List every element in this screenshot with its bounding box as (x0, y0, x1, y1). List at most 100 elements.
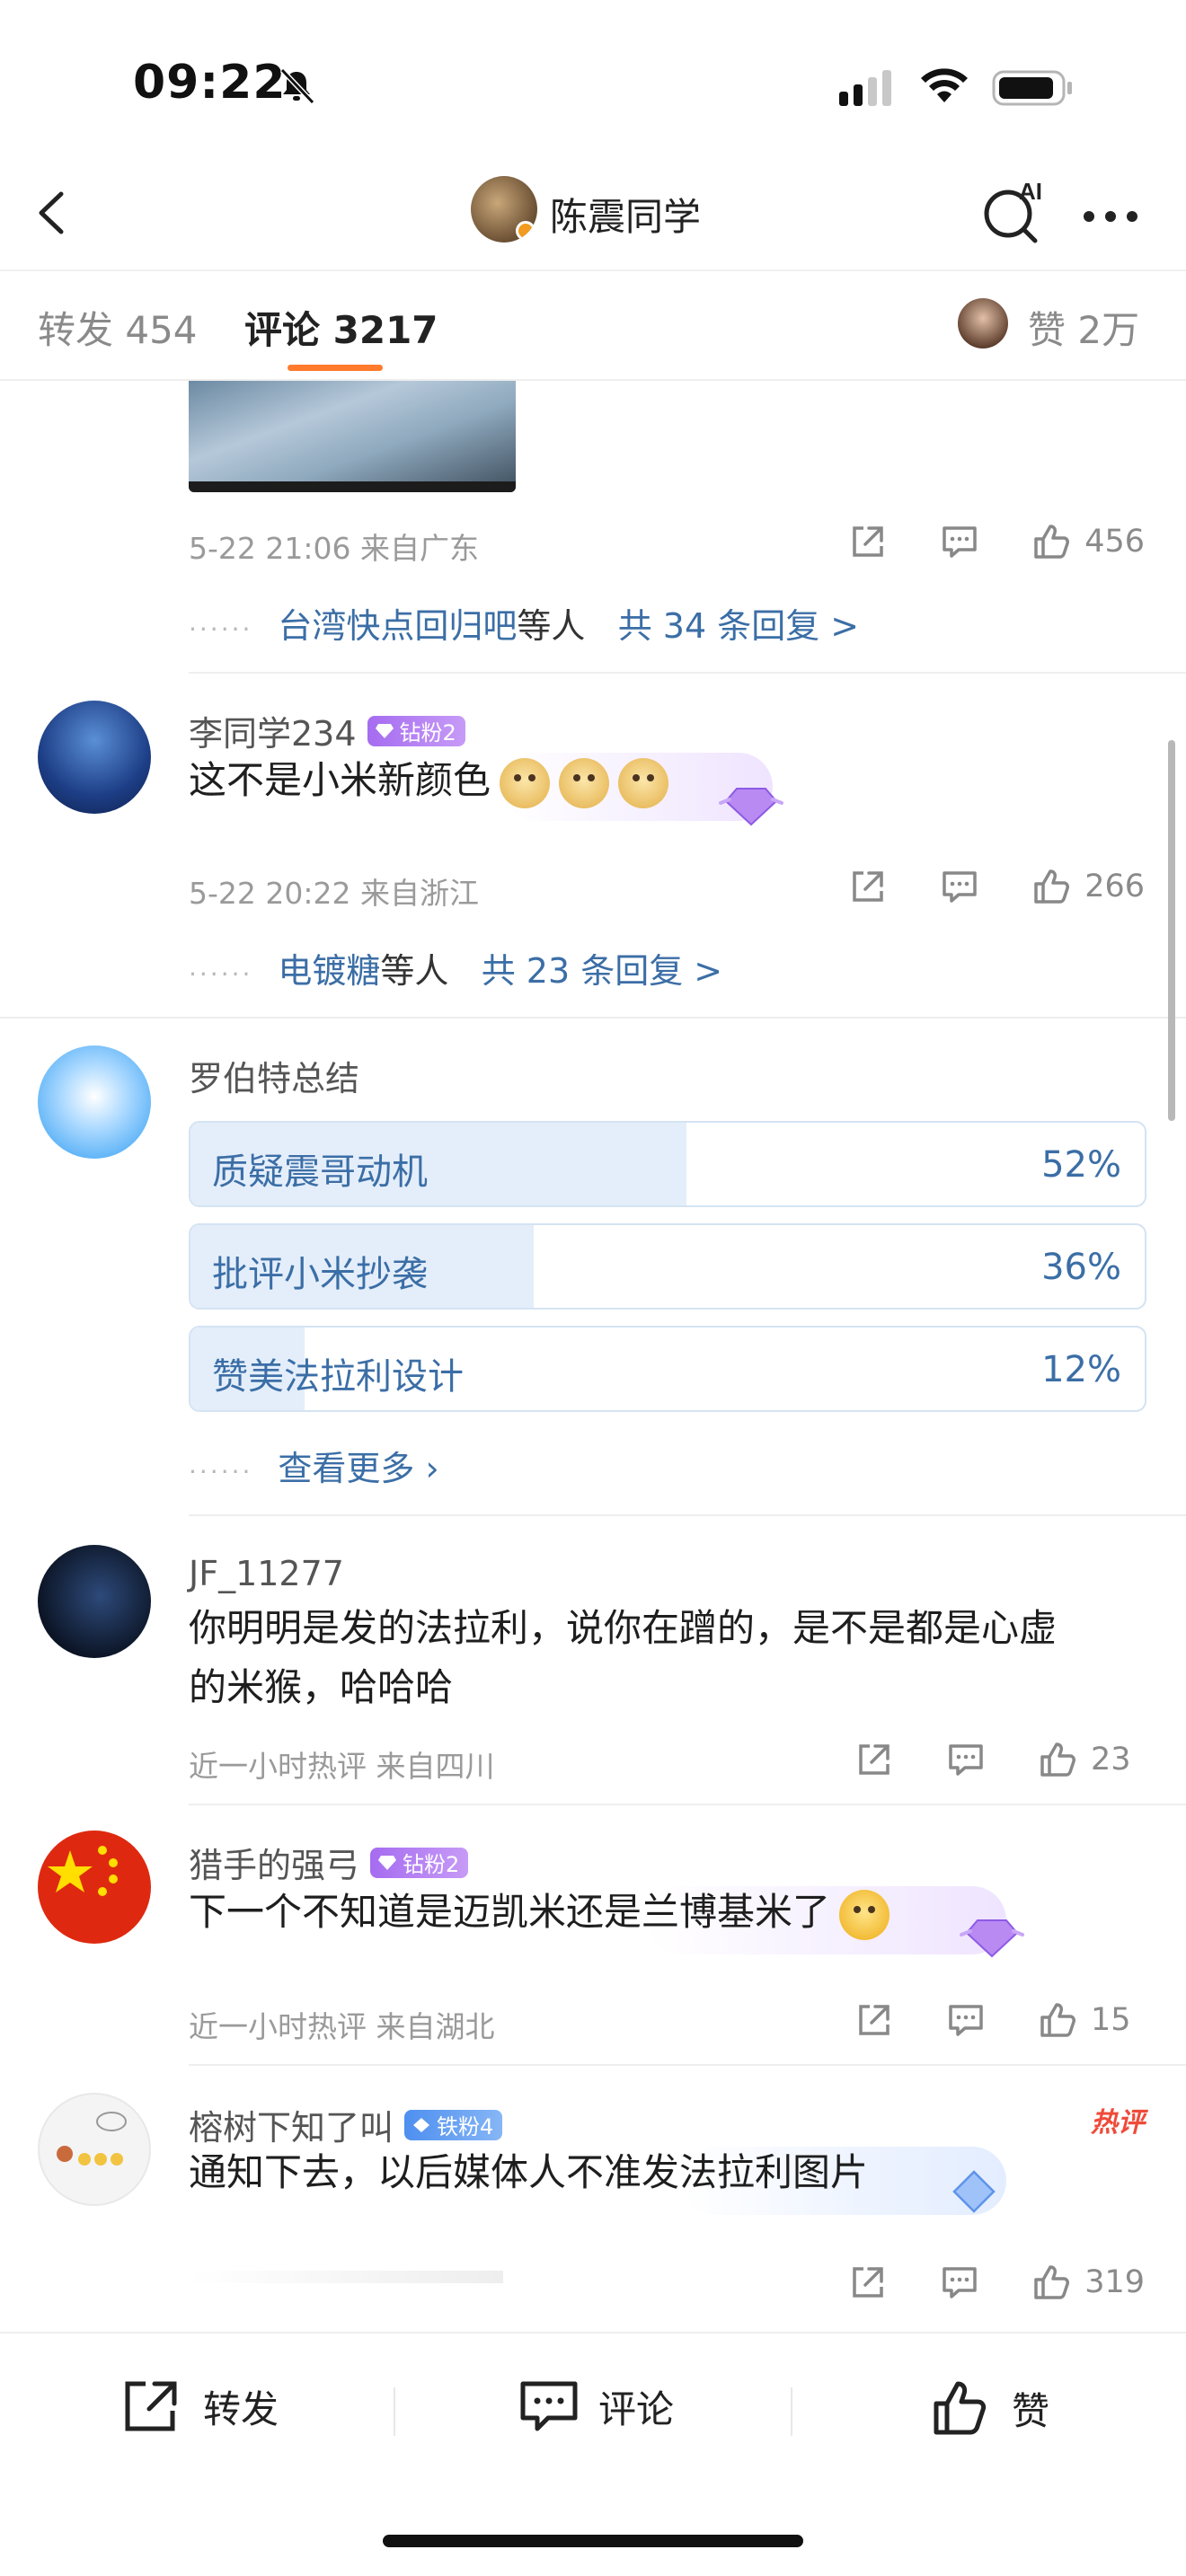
like-thumb-icon[interactable] (1037, 1999, 1078, 2041)
status-time: 09:22 (133, 56, 287, 110)
comment-icon[interactable] (939, 2262, 980, 2303)
repost-label: 转发 (203, 2386, 279, 2431)
share-icon[interactable] (854, 1999, 895, 2041)
more-options-icon[interactable] (1084, 208, 1148, 225)
view-more-link[interactable]: 查看更多 › (278, 1449, 438, 1488)
like-count: 15 (1091, 2002, 1131, 2038)
comment-username[interactable]: JF_11277 (189, 1554, 344, 1593)
ai-search-icon[interactable]: AI (979, 174, 1051, 246)
bell-muted-icon (279, 67, 315, 105)
comment-icon[interactable] (945, 1999, 987, 2041)
like-button[interactable]: 赞 (931, 2378, 1049, 2438)
fan-badge: 钻粉2 (367, 715, 465, 746)
comment-text-content: 这不是小米新颜色 (189, 758, 491, 802)
comment-username[interactable]: 罗伯特总结 (189, 1051, 359, 1100)
active-tab-indicator (288, 365, 383, 371)
wifi-icon (921, 68, 968, 102)
poll-option[interactable]: 赞美法拉利设计 12% (189, 1326, 1146, 1412)
status-bar: 09:22 (0, 0, 1186, 162)
diamond-decoration-icon (719, 788, 783, 826)
username-text[interactable]: 李同学234 (189, 706, 357, 755)
divider (189, 2064, 1186, 2066)
comment-image[interactable] (189, 381, 516, 492)
username-text[interactable]: JF_11277 (189, 1554, 344, 1593)
comment-meta-placeholder (189, 2271, 503, 2283)
doge-emoji-icon (500, 757, 551, 808)
like-thumb-icon[interactable] (1037, 1739, 1078, 1780)
like-thumb-icon[interactable] (1031, 866, 1072, 907)
view-replies-link[interactable]: 共 34 条回复 > (618, 606, 859, 646)
comment-text-line: 你明明是发的法拉利，说你在蹭的，是不是都是心虚 (189, 1606, 1058, 1650)
poll-option-label: 批评小米抄袭 (212, 1254, 428, 1295)
page-title[interactable]: 陈震同学 (550, 187, 701, 242)
diamond-decoration-icon (960, 1919, 1024, 1958)
comment-feed[interactable]: 5-22 21:06 来自广东 456 ······ 台湾快点回归吧等人 共 34… (0, 381, 1186, 2332)
like-count: 319 (1084, 2264, 1145, 2300)
comment-meta: 5-22 20:22 来自浙江 (189, 876, 479, 911)
comment-icon[interactable] (939, 521, 980, 562)
username-text[interactable]: 罗伯特总结 (189, 1051, 359, 1100)
fan-badge-label: 钻粉2 (399, 720, 456, 745)
reply-summary[interactable]: ······ 台湾快点回归吧等人 共 34 条回复 > (189, 598, 859, 648)
username-text[interactable]: 猎手的强弓 (189, 1838, 359, 1887)
user-avatar[interactable] (38, 1831, 151, 1944)
comment-username[interactable]: 猎手的强弓 钻粉2 (189, 1838, 469, 1887)
like-thumb-icon[interactable] (1031, 2262, 1072, 2303)
divider (189, 1514, 1186, 1516)
comment-username[interactable]: 榕树下知了叫 铁粉4 (189, 2100, 503, 2149)
tab-likes[interactable]: 赞 2万 (1028, 300, 1139, 355)
tab-reposts[interactable]: 转发 454 (38, 300, 198, 355)
view-more-row[interactable]: ······ 查看更多 › (189, 1441, 439, 1490)
user-avatar[interactable] (38, 701, 151, 814)
home-indicator[interactable] (383, 2535, 803, 2547)
comment-actions: 266 (797, 866, 1145, 907)
poll-option-label: 质疑震哥动机 (212, 1151, 428, 1193)
reply-users[interactable]: 台湾快点回归吧 (278, 606, 517, 646)
laughing-crying-emoji-icon (839, 1889, 890, 1940)
user-avatar[interactable] (38, 2093, 151, 2206)
bottom-separator (394, 2387, 395, 2436)
poll-option[interactable]: 批评小米抄袭 36% (189, 1223, 1146, 1310)
cartoon-birds-icon (57, 2112, 127, 2166)
share-icon[interactable] (854, 1739, 895, 1780)
back-arrow-icon[interactable] (25, 181, 79, 244)
comment-icon (520, 2381, 578, 2431)
reply-summary[interactable]: ······ 电镀糖等人 共 23 条回复 > (189, 943, 722, 992)
like-thumb-icon[interactable] (1031, 521, 1072, 562)
like-count: 23 (1091, 1742, 1131, 1778)
hot-comment-badge: 热评 (1091, 2107, 1145, 2139)
comment-meta: 近一小时热评 来自四川 (189, 1749, 495, 1784)
comment-text-content: 下一个不知道是迈凯米还是兰博基米了 (189, 1890, 831, 1934)
tab-comments[interactable]: 评论 3217 (244, 300, 438, 355)
diamond-decoration-icon (952, 2170, 996, 2213)
diamond-icon (375, 723, 394, 738)
comment-icon[interactable] (945, 1739, 987, 1780)
divider (0, 1017, 1186, 1019)
comment-actions: 23 (803, 1739, 1145, 1780)
username-text[interactable]: 榕树下知了叫 (189, 2100, 394, 2149)
user-avatar[interactable] (38, 1545, 151, 1658)
poll-option-percent: 52% (1041, 1144, 1121, 1186)
author-avatar[interactable] (471, 176, 537, 243)
comment-icon[interactable] (939, 866, 980, 907)
liker-avatar[interactable] (958, 298, 1008, 348)
share-icon[interactable] (847, 521, 889, 562)
poll-option-percent: 36% (1041, 1247, 1121, 1288)
comment-label: 评论 (598, 2386, 675, 2431)
comment-button[interactable]: 评论 (518, 2378, 674, 2434)
like-label: 赞 (1012, 2388, 1050, 2433)
repost-button[interactable]: 转发 (122, 2378, 279, 2434)
view-replies-link[interactable]: 共 23 条回复 > (482, 951, 722, 991)
bot-avatar[interactable] (38, 1045, 151, 1159)
share-icon[interactable] (847, 866, 889, 907)
comment-username[interactable]: 李同学234 钻粉2 (189, 706, 465, 755)
poll-option[interactable]: 质疑震哥动机 52% (189, 1121, 1146, 1207)
flag-star-icon (48, 1846, 118, 1896)
poll-option-percent: 12% (1041, 1349, 1121, 1390)
reply-users[interactable]: 电镀糖 (278, 951, 380, 991)
scrollbar[interactable] (1168, 740, 1175, 1121)
comment-text: 通知下去，以后媒体人不准发法拉利图片 (189, 2143, 868, 2202)
comment-meta: 近一小时热评 来自湖北 (189, 2009, 495, 2044)
share-icon[interactable] (847, 2262, 889, 2303)
reply-users-suffix: 等人 (380, 951, 449, 991)
